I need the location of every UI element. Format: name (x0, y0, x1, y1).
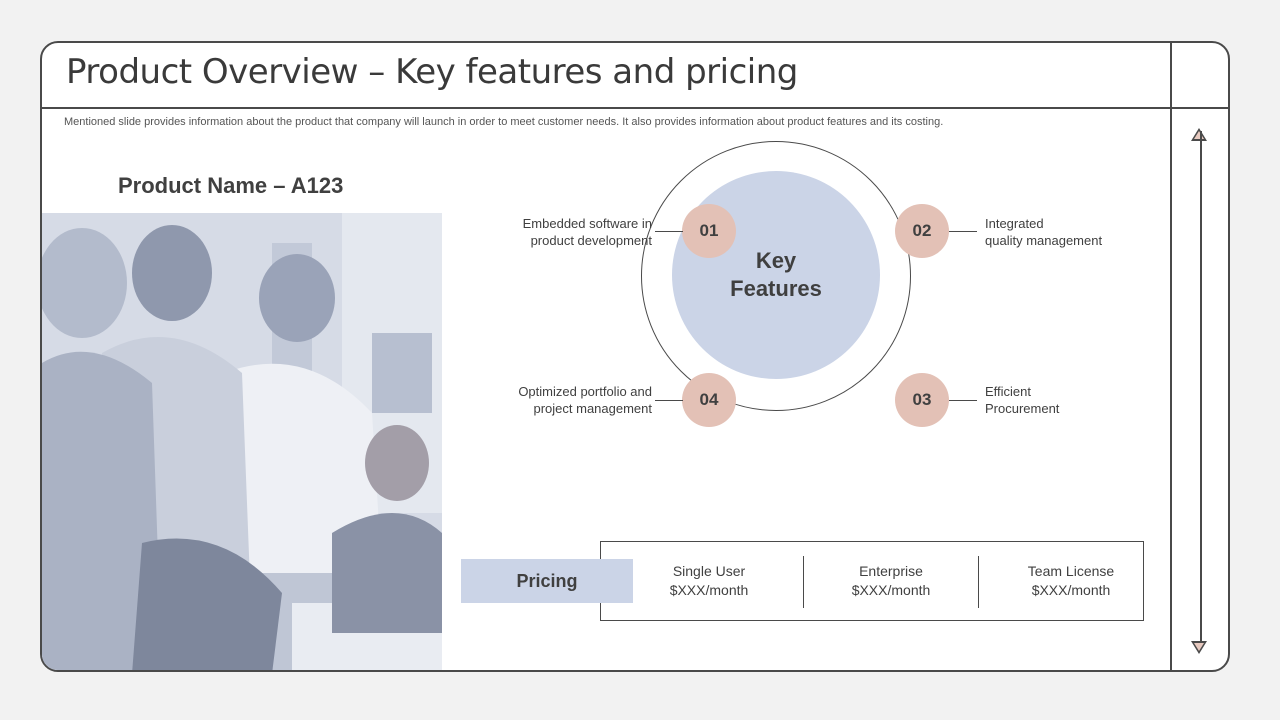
plan-name: Enterprise (859, 563, 923, 579)
feature-label-02: Integrated quality management (985, 216, 1103, 248)
plan-divider (978, 556, 979, 608)
feature-label-04: Optimized portfolio and project manageme… (518, 384, 652, 416)
plan-price: $XXX/month (1031, 582, 1111, 598)
feature-connector-02 (949, 231, 977, 232)
feature-connector-01 (655, 231, 683, 232)
plan-price: $XXX/month (851, 582, 931, 598)
feature-label-01: Embedded software in product development (522, 216, 652, 248)
plan-team-license: Team License $XXX/month (996, 562, 1146, 600)
plan-single-user: Single User $XXX/month (639, 562, 779, 600)
feature-badge-02: 02 (895, 204, 949, 258)
feature-badge-01: 01 (682, 204, 736, 258)
plan-enterprise: Enterprise $XXX/month (821, 562, 961, 600)
plan-divider (803, 556, 804, 608)
feature-connector-03 (949, 400, 977, 401)
feature-label-03: Efficient Procurement (985, 384, 1060, 416)
plan-name: Team License (1027, 563, 1115, 579)
key-features-center: Key Features (672, 171, 880, 379)
page-title: Product Overview – Key features and pric… (66, 52, 798, 92)
title-divider (42, 107, 1228, 109)
key-features-label: Key Features (730, 248, 822, 301)
scroll-up-arrow-icon[interactable] (1191, 128, 1207, 141)
feature-connector-04 (655, 400, 683, 401)
sidebar-divider (1170, 43, 1172, 670)
feature-badge-03: 03 (895, 373, 949, 427)
scroll-track[interactable] (1200, 131, 1202, 645)
plan-price: $XXX/month (669, 582, 749, 598)
slide-subtitle: Mentioned slide provides information abo… (64, 116, 944, 128)
team-photo (42, 213, 442, 670)
pricing-label: Pricing (461, 559, 633, 603)
pricing-table: Single User $XXX/month Enterprise $XXX/m… (600, 541, 1144, 621)
product-name: Product Name – A123 (118, 173, 344, 198)
plan-name: Single User (672, 563, 746, 579)
team-photo-illustration (42, 213, 442, 670)
scroll-down-arrow-icon[interactable] (1191, 641, 1207, 654)
feature-badge-04: 04 (682, 373, 736, 427)
